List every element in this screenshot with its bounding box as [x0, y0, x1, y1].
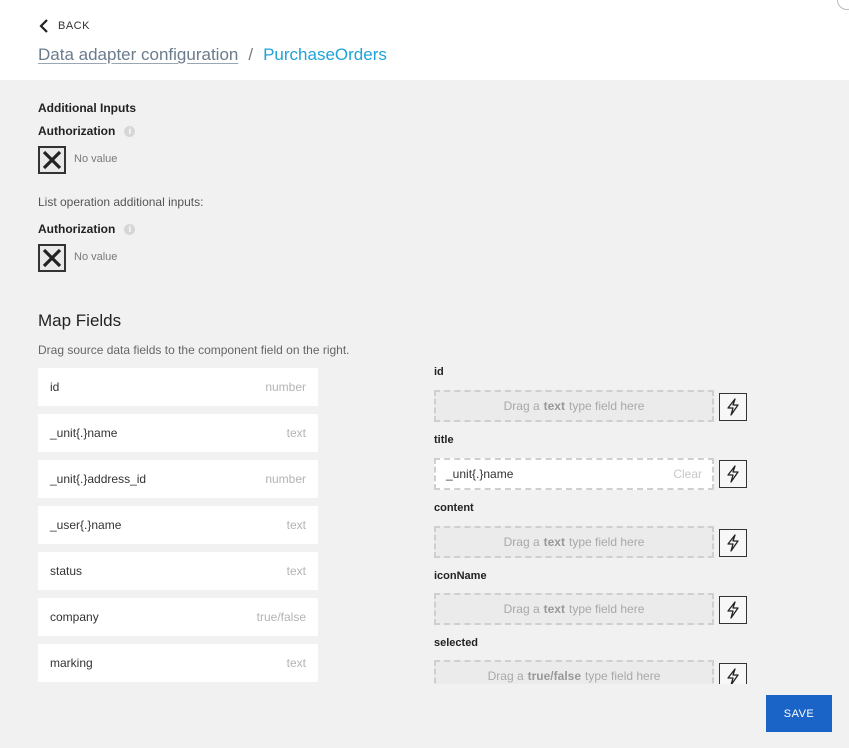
target-label-id: id — [434, 366, 444, 378]
source-field-type: text — [286, 426, 306, 440]
drop-hint-type: true/false — [527, 669, 581, 683]
source-field-type: text — [286, 518, 306, 532]
list-authorization-no-value: No value — [74, 251, 118, 263]
breadcrumb-separator: / — [248, 45, 254, 64]
drop-zone-id[interactable]: Drag a text type field here — [434, 390, 714, 422]
drop-hint-pre: Drag a — [503, 399, 540, 413]
drop-hint-type: text — [543, 602, 565, 616]
list-authorization-value-toggle[interactable] — [38, 244, 66, 272]
authorization-label-text: Authorization — [38, 124, 116, 138]
drop-hint-post: type field here — [585, 669, 661, 683]
drop-hint-post: type field here — [568, 399, 645, 413]
close-button[interactable] — [837, 0, 849, 10]
source-field-type: true/false — [256, 610, 306, 624]
drop-zone-content[interactable]: Drag a text type field here — [434, 526, 714, 558]
breadcrumb-current: PurchaseOrders — [263, 45, 387, 64]
back-label: BACK — [58, 20, 90, 32]
bolt-button-iconname[interactable] — [719, 596, 747, 624]
drop-hint-pre: Drag a — [503, 602, 540, 616]
source-field-name: company — [50, 610, 99, 624]
source-field-user-name[interactable]: _user{.}name text — [38, 506, 318, 544]
target-label-iconname: iconName — [434, 570, 487, 582]
info-icon[interactable]: i — [124, 224, 136, 236]
clear-button[interactable]: Clear — [673, 467, 702, 481]
info-icon[interactable]: i — [124, 126, 136, 138]
authorization-no-value: No value — [74, 153, 118, 165]
source-field-name: _unit{.}name — [50, 426, 118, 440]
drop-zone-iconname[interactable]: Drag a text type field here — [434, 593, 714, 625]
list-authorization-label-text: Authorization — [38, 222, 116, 236]
breadcrumb: Data adapter configuration / PurchaseOrd… — [38, 45, 387, 65]
lightning-icon — [727, 398, 739, 416]
drop-hint-type: text — [543, 399, 565, 413]
source-field-type: number — [265, 472, 306, 486]
target-label-selected: selected — [434, 637, 479, 649]
source-field-type: text — [286, 564, 306, 578]
authorization-value-toggle[interactable] — [38, 146, 66, 174]
save-button[interactable]: SAVE — [766, 695, 832, 732]
back-button[interactable]: BACK — [38, 18, 90, 34]
drop-zone-selected[interactable]: Drag a true/false type field here — [434, 660, 714, 684]
source-field-type: number — [265, 380, 306, 394]
source-field-name: _user{.}name — [50, 518, 122, 532]
additional-inputs-title: Additional Inputs — [38, 101, 136, 115]
source-field-marking[interactable]: marking text — [38, 644, 318, 682]
source-field-unit-name[interactable]: _unit{.}name text — [38, 414, 318, 452]
drop-hint-pre: Drag a — [503, 535, 540, 549]
drop-hint-post: type field here — [568, 602, 645, 616]
lightning-icon — [727, 534, 739, 552]
source-field-name: marking — [50, 656, 93, 670]
mapped-field-value: _unit{.}name — [446, 467, 514, 481]
target-label-content: content — [434, 502, 474, 514]
source-field-company[interactable]: company true/false — [38, 598, 318, 636]
source-field-name: _unit{.}address_id — [50, 472, 147, 486]
breadcrumb-link-data-adapter[interactable]: Data adapter configuration — [38, 45, 238, 65]
source-field-name: status — [50, 564, 83, 578]
source-field-status[interactable]: status text — [38, 552, 318, 590]
source-field-id[interactable]: id number — [38, 368, 318, 406]
bolt-button-selected[interactable] — [719, 663, 747, 684]
drop-hint-type: text — [543, 535, 565, 549]
list-authorization-label: Authorization i — [38, 222, 136, 236]
page-header: BACK Data adapter configuration / Purcha… — [0, 0, 849, 80]
drop-hint-post: type field here — [568, 535, 645, 549]
authorization-label: Authorization i — [38, 124, 136, 138]
lightning-icon — [727, 601, 739, 619]
close-icon — [42, 248, 62, 268]
lightning-icon — [727, 465, 739, 483]
bolt-button-title[interactable] — [719, 460, 747, 488]
bolt-button-content[interactable] — [719, 529, 747, 557]
map-fields-title: Map Fields — [38, 311, 122, 330]
source-field-name: id — [50, 380, 60, 394]
source-field-type: text — [286, 656, 306, 670]
mapped-field-title[interactable]: _unit{.}name Clear — [434, 458, 714, 490]
list-inputs-title: List operation additional inputs: — [38, 195, 204, 209]
bolt-button-id[interactable] — [719, 393, 747, 421]
map-fields-subtitle: Drag source data fields to the component… — [38, 343, 350, 357]
lightning-icon — [727, 668, 739, 684]
source-field-unit-address-id[interactable]: _unit{.}address_id number — [38, 460, 318, 498]
chevron-left-icon — [39, 19, 48, 33]
target-scroll-clip: Drag a true/false type field here — [430, 655, 760, 684]
close-icon — [42, 150, 62, 170]
target-label-title: title — [434, 434, 454, 446]
drop-hint-pre: Drag a — [487, 669, 524, 683]
